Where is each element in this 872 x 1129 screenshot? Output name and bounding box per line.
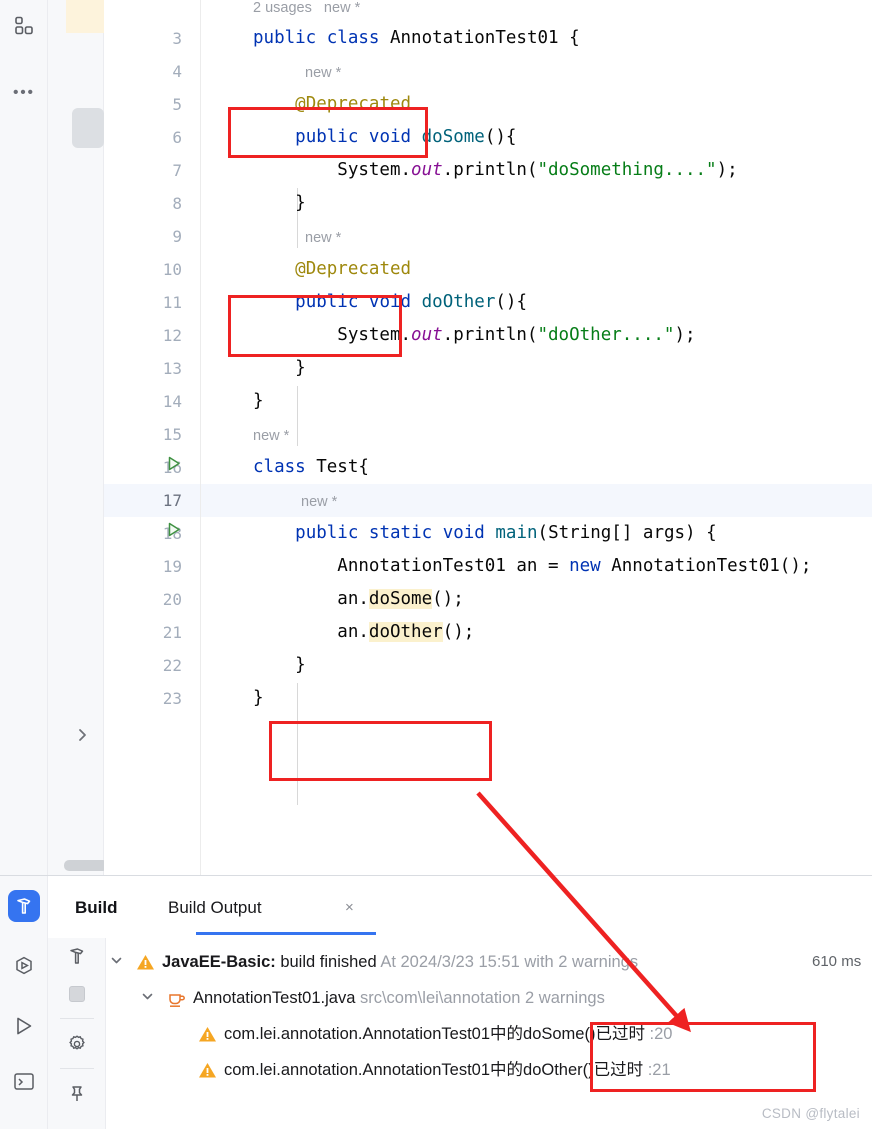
terminal-icon[interactable] <box>8 1066 40 1098</box>
more-tool-windows-icon[interactable]: ••• <box>8 76 40 108</box>
java-file-icon <box>167 989 185 1013</box>
line-number: 12 <box>162 326 182 345</box>
gear-icon[interactable] <box>61 1028 93 1060</box>
build-panel-header: Build Build Output × <box>48 876 872 938</box>
editor-marker-column <box>48 0 108 875</box>
usages-inlay-hint[interactable]: 2 usages new * <box>253 0 360 22</box>
code-line[interactable]: an.doSome(); <box>253 583 464 616</box>
code-line[interactable]: } <box>253 385 264 418</box>
build-panel-toolbar <box>48 938 106 1129</box>
inlay-hint[interactable]: new * <box>301 489 337 516</box>
code-line[interactable]: public void doOther(){ <box>253 286 527 319</box>
code-line[interactable]: } <box>253 352 306 385</box>
run-debug-icon[interactable] <box>8 950 40 982</box>
line-number: 7 <box>172 161 182 180</box>
run-toolwindow-strip <box>0 876 48 1129</box>
line-number: 5 <box>172 95 182 114</box>
build-output-row[interactable]: AnnotationTest01.java src\com\lei\annota… <box>106 980 872 1016</box>
inlay-hint[interactable]: new * <box>253 423 289 450</box>
tab-build-output[interactable]: Build Output <box>168 898 262 918</box>
pin-icon[interactable] <box>61 1078 93 1110</box>
line-number: 8 <box>172 194 182 213</box>
code-line[interactable]: class Test{ <box>253 451 369 484</box>
code-line[interactable]: public void doSome(){ <box>253 121 516 154</box>
build-output-tree[interactable]: JavaEE-Basic: build finished At 2024/3/2… <box>106 938 872 1129</box>
chevron-down-icon[interactable] <box>141 980 154 1016</box>
code-line[interactable]: System.out.println("doOther...."); <box>253 319 695 352</box>
line-number: 17 <box>162 491 182 510</box>
line-number: 11 <box>162 293 182 312</box>
line-number: 22 <box>162 656 182 675</box>
line-number: 21 <box>162 623 182 642</box>
close-icon[interactable]: × <box>345 899 354 916</box>
line-number: 3 <box>172 29 182 48</box>
line-number: 4 <box>172 62 182 81</box>
code-line[interactable]: public class AnnotationTest01 { <box>253 22 580 55</box>
build-output-message: com.lei.annotation.AnnotationTest01中的doO… <box>224 1061 671 1079</box>
watermark: CSDN @flytalei <box>761 1106 860 1121</box>
code-line[interactable]: @Deprecated <box>253 253 411 286</box>
stop-icon <box>61 978 93 1010</box>
run-gutter-icon[interactable] <box>166 517 182 550</box>
line-number: 19 <box>162 557 182 576</box>
build-output-row[interactable]: JavaEE-Basic: build finished At 2024/3/2… <box>106 944 872 980</box>
run-icon[interactable] <box>8 1010 40 1042</box>
toolbar-divider <box>60 1018 94 1019</box>
code-line[interactable]: an.doOther(); <box>253 616 474 649</box>
chevron-right-icon[interactable] <box>76 727 96 747</box>
code-line[interactable]: @Deprecated <box>253 88 411 121</box>
build-output-message: JavaEE-Basic: build finished At 2024/3/2… <box>162 953 639 971</box>
inlay-hint[interactable]: new * <box>305 225 341 252</box>
changed-lines-marker <box>66 0 104 33</box>
horizontal-scroll-thumb[interactable] <box>64 860 108 871</box>
build-tool-window: Build Build Output × JavaEE-Basic: build… <box>0 875 872 1129</box>
chevron-down-icon[interactable] <box>110 944 123 980</box>
code-content[interactable]: 2 usages new * public class AnnotationTe… <box>200 0 872 875</box>
line-number: 10 <box>162 260 182 279</box>
active-tab-indicator <box>196 932 376 935</box>
indent-guide <box>297 683 298 805</box>
project-structure-icon[interactable] <box>8 10 40 42</box>
code-line[interactable]: } <box>253 649 306 682</box>
warning-triangle-icon <box>198 1025 217 1049</box>
ide-window: ••• 34567891011121314151617181920212223 … <box>0 0 872 1129</box>
run-gutter-icon[interactable] <box>166 451 182 484</box>
build-output-message: com.lei.annotation.AnnotationTest01中的doS… <box>224 1025 673 1043</box>
code-line[interactable]: System.out.println("doSomething...."); <box>253 154 737 187</box>
caret-line-gutter-highlight <box>104 484 200 517</box>
code-line[interactable]: AnnotationTest01 an = new AnnotationTest… <box>253 550 811 583</box>
line-number: 6 <box>172 128 182 147</box>
rebuild-icon[interactable] <box>61 940 93 972</box>
line-number: 13 <box>162 359 182 378</box>
line-number: 14 <box>162 392 182 411</box>
inlay-hint[interactable]: new * <box>305 60 341 87</box>
warning-triangle-icon <box>198 1061 217 1085</box>
marker-scroll-thumb[interactable] <box>72 108 104 148</box>
code-line[interactable]: public static void main(String[] args) { <box>253 517 717 550</box>
indent-guide <box>297 386 298 446</box>
code-line[interactable]: } <box>253 187 306 220</box>
build-duration: 610 ms <box>812 953 862 970</box>
code-line[interactable]: } <box>253 682 264 715</box>
editor: 34567891011121314151617181920212223 2 us… <box>48 0 872 875</box>
line-number: 20 <box>162 590 182 609</box>
editor-gutter[interactable]: 34567891011121314151617181920212223 <box>104 0 200 875</box>
build-output-message: AnnotationTest01.java src\com\lei\annota… <box>193 989 605 1007</box>
toolbar-divider <box>60 1068 94 1069</box>
build-output-row[interactable]: com.lei.annotation.AnnotationTest01中的doO… <box>106 1052 872 1088</box>
left-toolwindow-strip: ••• <box>0 0 48 875</box>
build-panel-title: Build <box>75 898 118 917</box>
build-tool-icon[interactable] <box>8 890 40 922</box>
build-output-row[interactable]: com.lei.annotation.AnnotationTest01中的doS… <box>106 1016 872 1052</box>
warning-triangle-icon <box>136 953 155 977</box>
line-number: 9 <box>172 227 182 246</box>
line-number: 23 <box>162 689 182 708</box>
line-number: 15 <box>162 425 182 444</box>
